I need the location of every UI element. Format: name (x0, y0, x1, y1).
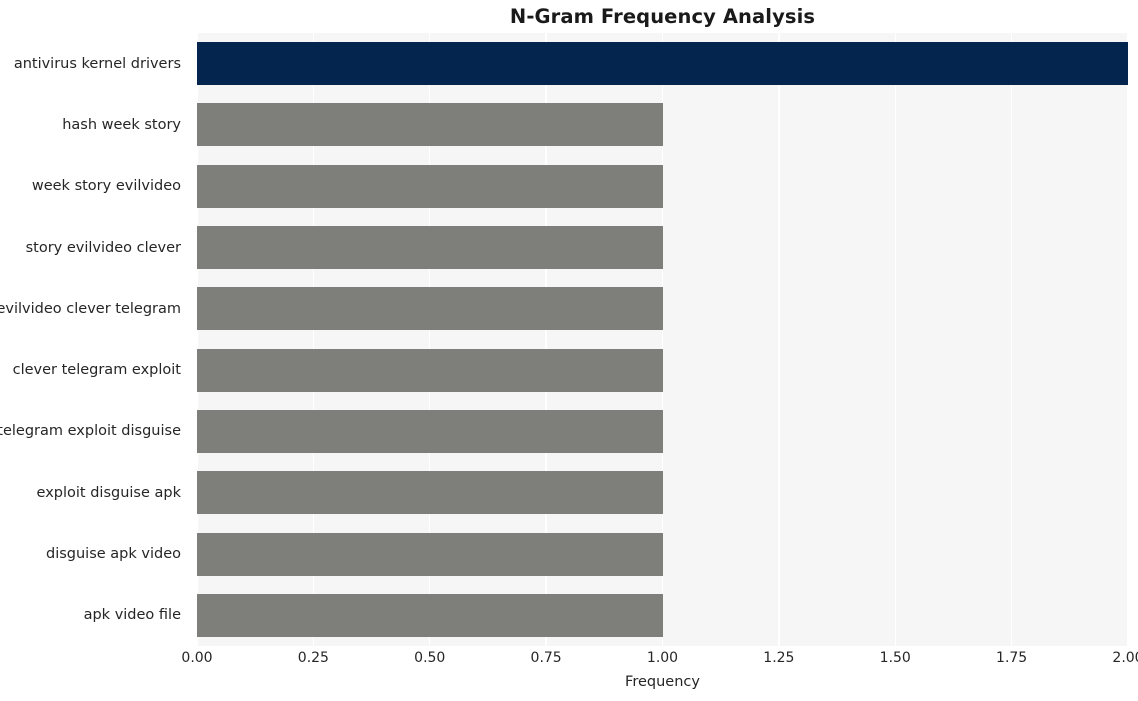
bar[interactable] (197, 593, 663, 637)
bar[interactable] (197, 471, 663, 515)
y-tick-label: week story evilvideo (31, 178, 181, 195)
bar[interactable] (197, 226, 663, 270)
x-axis-title: Frequency (625, 674, 700, 690)
gridline-x-5 (778, 33, 780, 646)
y-tick-label: evilvideo clever telegram (0, 300, 181, 317)
bar[interactable] (197, 287, 663, 331)
bar[interactable] (197, 409, 663, 453)
x-tick-label: 1.75 (996, 650, 1028, 666)
bar[interactable] (197, 348, 663, 392)
bar[interactable] (197, 164, 663, 208)
x-tick-label: 0.50 (414, 650, 446, 666)
x-tick-label: 1.25 (763, 650, 795, 666)
bar[interactable] (197, 103, 663, 147)
y-tick-label: apk video file (83, 607, 181, 624)
y-tick-label: clever telegram exploit (12, 362, 181, 379)
y-tick-label: story evilvideo clever (25, 239, 181, 256)
x-tick-label: 0.00 (181, 650, 213, 666)
gridline-x-7 (1010, 33, 1013, 646)
x-tick-label: 1.50 (879, 650, 911, 666)
gridline-x-8 (1127, 33, 1128, 646)
x-tick-label: 0.75 (530, 650, 562, 666)
y-tick-label: antivirus kernel drivers (13, 55, 181, 72)
y-tick-label: telegram exploit disguise (0, 423, 181, 440)
x-axis-tick-labels: 0.00 0.25 0.50 0.75 1.00 1.25 1.50 1.75 2.00 (0, 650, 1138, 670)
gridline-x-6 (894, 33, 896, 646)
x-tick-label: 0.25 (297, 650, 329, 666)
plot-area (197, 33, 1128, 646)
y-axis-tick-labels: antivirus kernel drivers hash week story w… (0, 33, 189, 646)
x-tick-label: 2.00 (1112, 650, 1138, 666)
chart-title: N-Gram Frequency Analysis (509, 5, 816, 28)
x-tick-label: 1.00 (646, 650, 679, 666)
bar[interactable] (197, 532, 663, 576)
bar[interactable] (197, 42, 1128, 86)
y-tick-label: exploit disguise apk (36, 484, 181, 501)
y-tick-label: hash week story (62, 116, 181, 133)
y-tick-label: disguise apk video (46, 546, 181, 563)
ngram-frequency-chart: N-Gram Frequency Analysis antivirus kern… (0, 0, 1138, 701)
